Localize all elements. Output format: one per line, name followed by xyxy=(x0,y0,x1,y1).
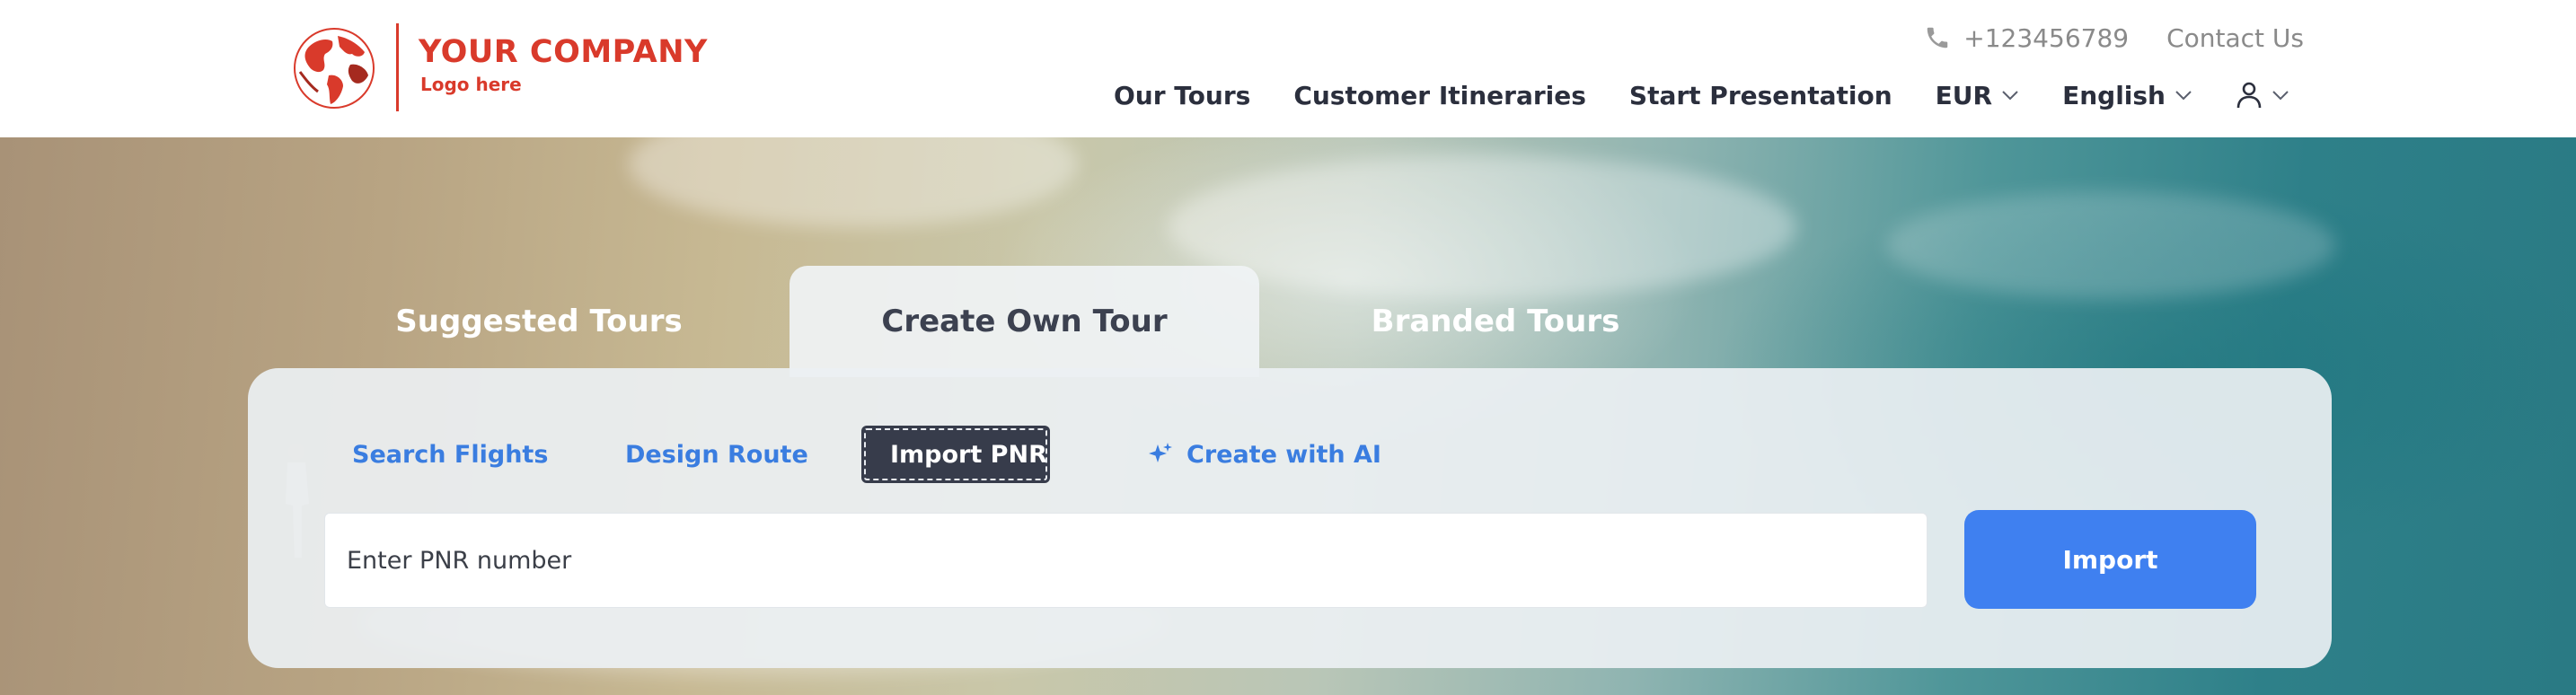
phone-number[interactable]: +123456789 xyxy=(1963,23,2129,53)
contact-us-link[interactable]: Contact Us xyxy=(2166,23,2304,53)
logo-divider xyxy=(396,23,399,111)
wave-foam xyxy=(629,137,1078,227)
nav-customer-itineraries[interactable]: Customer Itineraries xyxy=(1293,81,1586,110)
create-tour-panel: Search Flights Design Route Import PNR C… xyxy=(248,368,2332,668)
nav-our-tours[interactable]: Our Tours xyxy=(1114,81,1250,110)
subtab-search-flights[interactable]: Search Flights xyxy=(352,426,548,483)
company-tagline: Logo here xyxy=(420,74,522,95)
company-name: YOUR COMPANY xyxy=(419,34,708,70)
subtab-label: Design Route xyxy=(625,440,808,469)
phone-icon xyxy=(1928,27,1948,48)
subtab-import-pnr[interactable]: Import PNR xyxy=(861,426,1050,483)
user-icon xyxy=(2236,82,2262,109)
tab-label: Create Own Tour xyxy=(881,304,1168,339)
import-button[interactable]: Import xyxy=(1964,510,2256,609)
language-dropdown[interactable]: English xyxy=(2062,81,2192,110)
nav-start-presentation[interactable]: Start Presentation xyxy=(1629,81,1892,110)
chevron-down-icon xyxy=(2272,91,2289,101)
hero-section: Suggested Tours Create Own Tour Branded … xyxy=(0,137,2576,695)
tab-label: Branded Tours xyxy=(1371,304,1620,339)
currency-label: EUR xyxy=(1935,80,1993,110)
tab-create-own-tour[interactable]: Create Own Tour xyxy=(790,266,1259,377)
user-menu[interactable] xyxy=(2236,81,2289,110)
subtab-label: Create with AI xyxy=(1187,440,1381,469)
sparkle-icon xyxy=(1149,443,1172,462)
top-contact-bar: +123456789 Contact Us xyxy=(1924,20,2304,56)
chevron-down-icon xyxy=(2175,91,2192,101)
globe-icon xyxy=(294,28,375,109)
chevron-down-icon xyxy=(2002,91,2018,101)
pnr-number-input[interactable] xyxy=(324,513,1928,608)
tab-branded-tours[interactable]: Branded Tours xyxy=(1338,266,1653,377)
subtab-label: Import PNR xyxy=(890,440,1047,469)
currency-dropdown[interactable]: EUR xyxy=(1936,81,2019,110)
tab-label: Suggested Tours xyxy=(395,304,683,339)
tab-suggested-tours[interactable]: Suggested Tours xyxy=(377,266,701,377)
subtab-label: Search Flights xyxy=(352,440,549,469)
wave-foam xyxy=(1886,191,2335,299)
main-nav: Our Tours Customer Itineraries Start Pre… xyxy=(1114,75,2289,115)
language-label: English xyxy=(2062,80,2166,110)
subtab-create-with-ai[interactable]: Create with AI xyxy=(1147,426,1381,483)
subtab-design-route[interactable]: Design Route xyxy=(625,426,808,483)
company-logo[interactable]: YOUR COMPANY Logo here xyxy=(293,23,708,111)
site-header: YOUR COMPANY Logo here +123456789 Contac… xyxy=(0,0,2576,137)
